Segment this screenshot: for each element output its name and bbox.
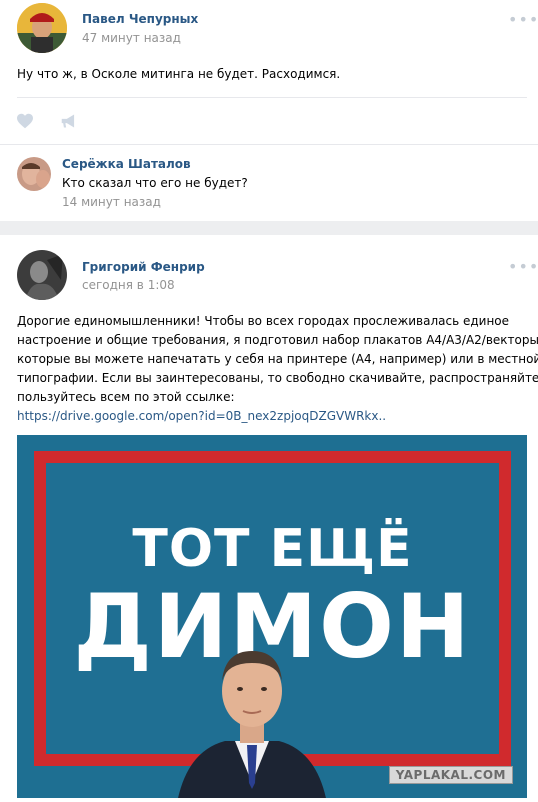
divider	[0, 144, 538, 145]
commenter-name[interactable]: Серёжка Шаталов	[62, 157, 191, 171]
author-avatar[interactable]	[17, 3, 67, 53]
avatar-photo	[17, 157, 51, 191]
comment-text: Кто сказал что его не будет?	[62, 176, 248, 190]
author-name[interactable]: Павел Чепурных	[82, 12, 198, 26]
post-text-line: типографии. Если вы заинтересованы, то с…	[17, 371, 538, 385]
avatar-photo	[17, 250, 67, 300]
post-text: Дорогие единомышленники! Чтобы во всех г…	[17, 312, 538, 426]
megaphone-icon	[61, 114, 75, 128]
divider	[17, 97, 527, 98]
post-text-line: пользуйтесь всем по этой ссылке:	[17, 390, 235, 404]
post-time[interactable]: сегодня в 1:08	[82, 278, 175, 292]
post-text: Ну что ж, в Осколе митинга не будет. Рас…	[17, 67, 341, 81]
watermark: YAPLAKAL.COM	[388, 766, 513, 784]
post-text-line: настроение и общие требования, я подгото…	[17, 333, 538, 347]
post-text-line: которые вы можете напечатать у себя на п…	[17, 352, 538, 366]
heart-icon	[17, 113, 33, 129]
avatar-photo	[17, 3, 67, 53]
comment-time[interactable]: 14 минут назад	[62, 195, 161, 209]
poster-image[interactable]: ТОТ ЕЩЁ ДИМОН YAPLAKAL.COM	[17, 435, 527, 798]
post-link[interactable]: https://drive.google.com/open?id=0B_nex2…	[17, 407, 529, 426]
like-button[interactable]	[16, 113, 36, 131]
author-name[interactable]: Григорий Фенрир	[82, 260, 205, 274]
poster-headline: ТОТ ЕЩЁ	[132, 519, 413, 579]
post-time[interactable]: 47 минут назад	[82, 31, 181, 45]
post-text-line: Дорогие единомышленники! Чтобы во всех г…	[17, 314, 510, 328]
more-dots-icon[interactable]: •••	[508, 12, 538, 28]
more-dots-icon[interactable]: •••	[508, 259, 538, 275]
commenter-avatar[interactable]	[17, 157, 51, 191]
person-photo	[178, 651, 326, 798]
post-card: Григорий Фенрир сегодня в 1:08 ••• Дорог…	[0, 235, 538, 802]
share-button[interactable]	[60, 113, 80, 131]
author-avatar[interactable]	[17, 250, 67, 300]
post-card: Павел Чепурных 47 минут назад ••• Ну что…	[0, 0, 538, 221]
